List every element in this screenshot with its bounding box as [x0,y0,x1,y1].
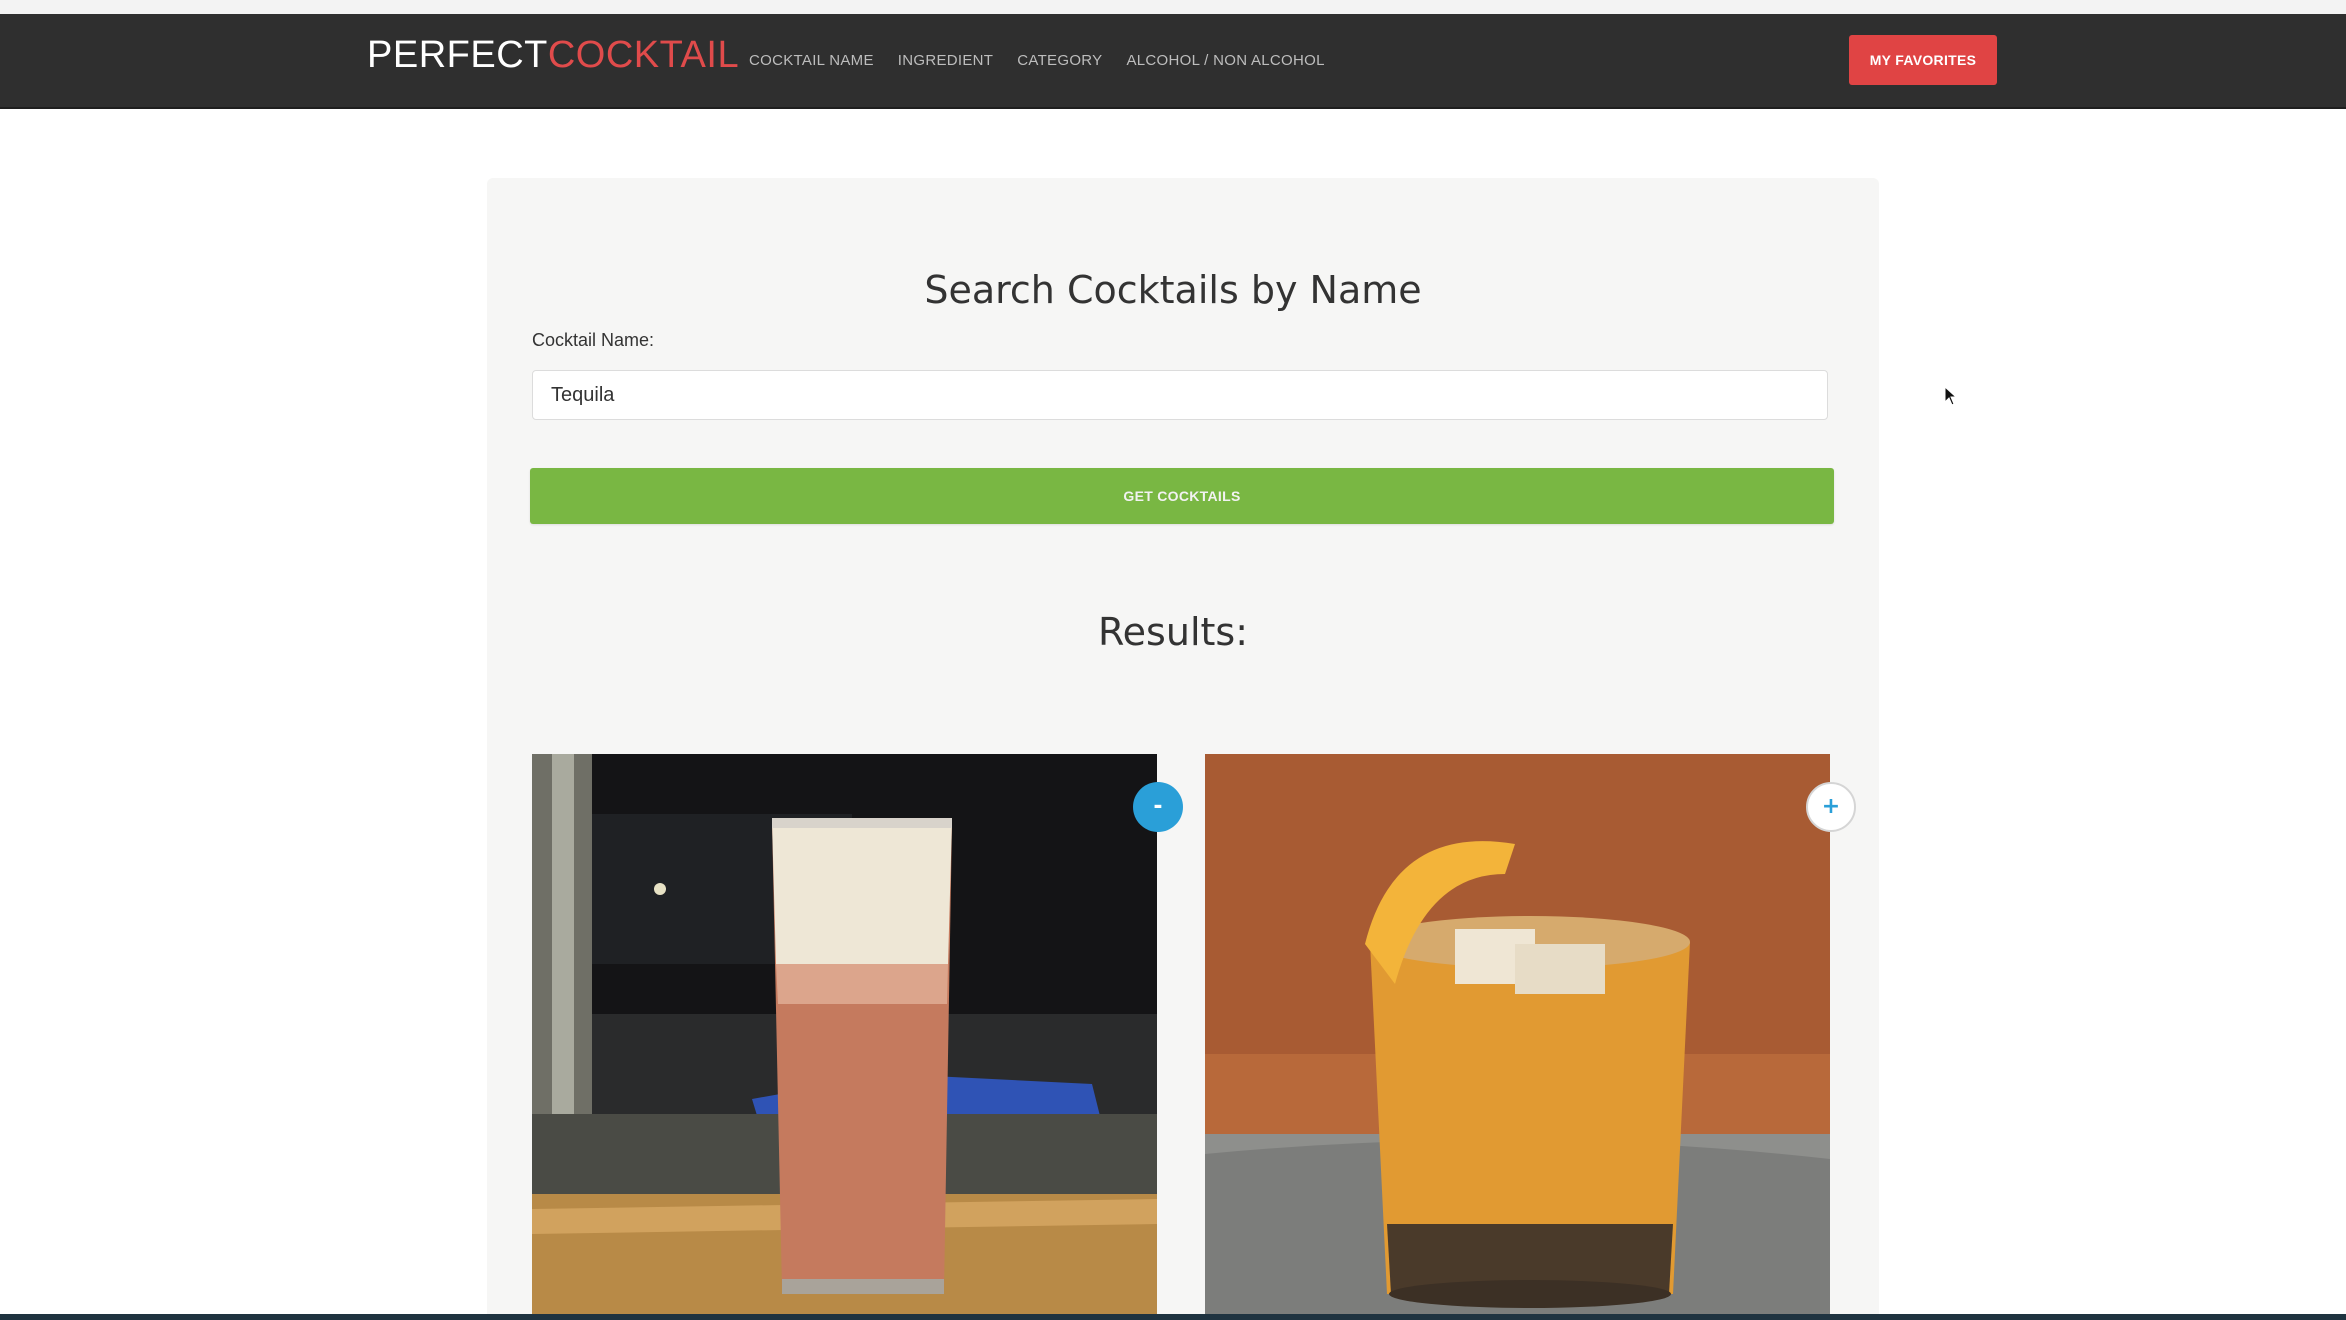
nav-link-category[interactable]: CATEGORY [1017,52,1102,69]
results-heading: Results: [1097,610,1248,654]
add-favorite-button[interactable]: + [1806,782,1856,832]
brand-logo[interactable]: PERFECTCOCKTAIL [367,34,739,77]
my-favorites-button[interactable]: MY FAVORITES [1849,35,1997,85]
get-cocktails-button[interactable]: GET COCKTAILS [530,468,1834,524]
navbar: PERFECTCOCKTAIL COCKTAIL NAME INGREDIENT… [0,14,2346,109]
brand-part-2: COCKTAIL [547,34,740,76]
cocktail-name-label: Cocktail Name: [532,330,655,350]
remove-favorite-button[interactable]: - [1133,782,1183,832]
cocktail-photo[interactable] [1205,754,1830,1320]
brand-part-1: PERFECT [367,34,548,76]
nav-link-cocktail-name[interactable]: COCKTAIL NAME [749,52,874,69]
plus-icon: + [1821,794,1841,819]
page-title: Search Cocktails by Name [924,268,1422,312]
cocktail-card[interactable] [532,754,1157,1320]
minus-icon: - [1153,794,1163,819]
mouse-cursor-icon [1944,386,1958,406]
nav-links: COCKTAIL NAME INGREDIENT CATEGORY ALCOHO… [749,52,1325,69]
browser-top-strip [0,0,2346,14]
cocktail-photo[interactable] [532,754,1157,1320]
cocktail-name-input[interactable] [532,370,1828,420]
bottom-bar [0,1314,2346,1320]
watermark-icon [2264,1259,2340,1292]
nav-link-alcohol-non-alcohol[interactable]: ALCOHOL / NON ALCOHOL [1126,52,1324,69]
cocktail-card[interactable] [1205,754,1830,1320]
nav-link-ingredient[interactable]: INGREDIENT [898,52,994,69]
